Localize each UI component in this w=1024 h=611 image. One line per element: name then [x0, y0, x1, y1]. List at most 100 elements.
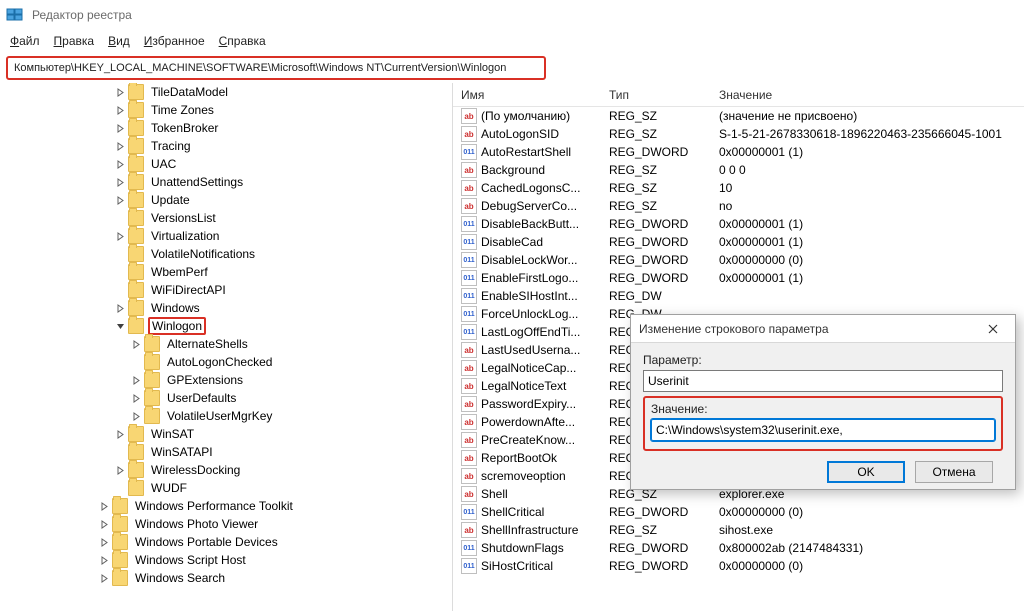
- tree-node[interactable]: VolatileNotifications: [0, 245, 452, 263]
- tree-node[interactable]: VolatileUserMgrKey: [0, 407, 452, 425]
- tree-node[interactable]: VersionsList: [0, 209, 452, 227]
- value-row[interactable]: abBackgroundREG_SZ0 0 0: [453, 161, 1024, 179]
- menubar: Файл Правка Вид Избранное Справка: [0, 30, 1024, 52]
- value-row[interactable]: 011ShutdownFlagsREG_DWORD0x800002ab (214…: [453, 539, 1024, 557]
- folder-icon: [128, 462, 144, 478]
- chevron-right-icon[interactable]: [128, 390, 144, 406]
- chevron-right-icon[interactable]: [96, 570, 112, 586]
- chevron-right-icon[interactable]: [112, 462, 128, 478]
- tree-node[interactable]: UnattendSettings: [0, 173, 452, 191]
- chevron-right-icon[interactable]: [112, 138, 128, 154]
- tree-node[interactable]: Virtualization: [0, 227, 452, 245]
- tree-node[interactable]: Tracing: [0, 137, 452, 155]
- tree-node[interactable]: WUDF: [0, 479, 452, 497]
- address-bar[interactable]: Компьютер\HKEY_LOCAL_MACHINE\SOFTWARE\Mi…: [6, 56, 546, 80]
- chevron-right-icon[interactable]: [112, 174, 128, 190]
- value-row[interactable]: 011ShellCriticalREG_DWORD0x00000000 (0): [453, 503, 1024, 521]
- chevron-right-icon[interactable]: [112, 84, 128, 100]
- string-value-icon: ab: [461, 342, 477, 358]
- chevron-right-icon[interactable]: [96, 534, 112, 550]
- value-name: ShellCritical: [481, 505, 544, 519]
- col-type[interactable]: Тип: [601, 88, 711, 102]
- value-row[interactable]: 011AutoRestartShellREG_DWORD0x00000001 (…: [453, 143, 1024, 161]
- col-name[interactable]: Имя: [453, 88, 601, 102]
- chevron-right-icon[interactable]: [112, 426, 128, 442]
- chevron-right-icon[interactable]: [112, 102, 128, 118]
- menu-edit[interactable]: Правка: [54, 34, 95, 48]
- value-row[interactable]: abCachedLogonsC...REG_SZ10: [453, 179, 1024, 197]
- tree-node[interactable]: AutoLogonChecked: [0, 353, 452, 371]
- dialog-titlebar[interactable]: Изменение строкового параметра: [631, 315, 1015, 343]
- value-name: scremoveoption: [481, 469, 566, 483]
- value-row[interactable]: 011DisableBackButt...REG_DWORD0x00000001…: [453, 215, 1024, 233]
- col-value[interactable]: Значение: [711, 88, 1024, 102]
- value-name: EnableSIHostInt...: [481, 289, 578, 303]
- tree-node[interactable]: Time Zones: [0, 101, 452, 119]
- value-row[interactable]: 011EnableSIHostInt...REG_DW: [453, 287, 1024, 305]
- tree-node[interactable]: Windows Search: [0, 569, 452, 587]
- value-row[interactable]: ab(По умолчанию)REG_SZ(значение не присв…: [453, 107, 1024, 125]
- value-row[interactable]: 011EnableFirstLogo...REG_DWORD0x00000001…: [453, 269, 1024, 287]
- expander-none: [112, 282, 128, 298]
- chevron-right-icon[interactable]: [128, 372, 144, 388]
- folder-icon: [128, 84, 144, 100]
- value-name: DisableCad: [481, 235, 543, 249]
- tree-pane[interactable]: TileDataModelTime ZonesTokenBrokerTracin…: [0, 83, 453, 611]
- chevron-right-icon[interactable]: [96, 516, 112, 532]
- chevron-right-icon[interactable]: [112, 228, 128, 244]
- param-input[interactable]: [643, 370, 1003, 392]
- cancel-button[interactable]: Отмена: [915, 461, 993, 483]
- tree-node[interactable]: AlternateShells: [0, 335, 452, 353]
- value-type: REG_SZ: [601, 109, 711, 123]
- tree-node[interactable]: UserDefaults: [0, 389, 452, 407]
- tree-node[interactable]: Winlogon: [0, 317, 452, 335]
- expander-none: [112, 210, 128, 226]
- string-value-icon: ab: [461, 108, 477, 124]
- chevron-down-icon[interactable]: [112, 318, 128, 334]
- tree-node[interactable]: WbemPerf: [0, 263, 452, 281]
- binary-value-icon: 011: [461, 306, 477, 322]
- chevron-right-icon[interactable]: [112, 192, 128, 208]
- value-row[interactable]: 011SiHostCriticalREG_DWORD0x00000000 (0): [453, 557, 1024, 575]
- chevron-right-icon[interactable]: [96, 552, 112, 568]
- chevron-right-icon[interactable]: [96, 498, 112, 514]
- chevron-right-icon[interactable]: [112, 156, 128, 172]
- value-row[interactable]: abDebugServerCo...REG_SZno: [453, 197, 1024, 215]
- tree-node[interactable]: WinSATAPI: [0, 443, 452, 461]
- tree-node[interactable]: WinSAT: [0, 425, 452, 443]
- tree-label: Windows Search: [132, 571, 228, 585]
- tree-label: Windows Portable Devices: [132, 535, 281, 549]
- value-row[interactable]: 011DisableLockWor...REG_DWORD0x00000000 …: [453, 251, 1024, 269]
- dialog-close-button[interactable]: [979, 319, 1007, 339]
- menu-favorites[interactable]: Избранное: [144, 34, 205, 48]
- ok-button[interactable]: OK: [827, 461, 905, 483]
- tree-node[interactable]: Windows Script Host: [0, 551, 452, 569]
- tree-node[interactable]: WiFiDirectAPI: [0, 281, 452, 299]
- tree-node[interactable]: GPExtensions: [0, 371, 452, 389]
- menu-file[interactable]: Файл: [10, 34, 40, 48]
- chevron-right-icon[interactable]: [128, 408, 144, 424]
- string-value-icon: ab: [461, 468, 477, 484]
- tree-node[interactable]: TokenBroker: [0, 119, 452, 137]
- tree-node[interactable]: Windows Performance Toolkit: [0, 497, 452, 515]
- menu-view[interactable]: Вид: [108, 34, 130, 48]
- folder-icon: [112, 534, 128, 550]
- value-row[interactable]: abAutoLogonSIDREG_SZS-1-5-21-2678330618-…: [453, 125, 1024, 143]
- chevron-right-icon[interactable]: [128, 336, 144, 352]
- tree-node[interactable]: Windows Photo Viewer: [0, 515, 452, 533]
- chevron-right-icon[interactable]: [112, 300, 128, 316]
- value-data: 0x00000000 (0): [711, 253, 1024, 267]
- tree-node[interactable]: Windows Portable Devices: [0, 533, 452, 551]
- value-row[interactable]: 011DisableCadREG_DWORD0x00000001 (1): [453, 233, 1024, 251]
- value-name: PreCreateKnow...: [481, 433, 575, 447]
- tree-node[interactable]: UAC: [0, 155, 452, 173]
- tree-node[interactable]: WirelessDocking: [0, 461, 452, 479]
- value-input[interactable]: [651, 419, 995, 441]
- value-row[interactable]: abShellInfrastructureREG_SZsihost.exe: [453, 521, 1024, 539]
- tree-node[interactable]: Update: [0, 191, 452, 209]
- tree-node[interactable]: Windows: [0, 299, 452, 317]
- chevron-right-icon[interactable]: [112, 120, 128, 136]
- folder-icon: [128, 318, 144, 334]
- menu-help[interactable]: Справка: [219, 34, 266, 48]
- tree-node[interactable]: TileDataModel: [0, 83, 452, 101]
